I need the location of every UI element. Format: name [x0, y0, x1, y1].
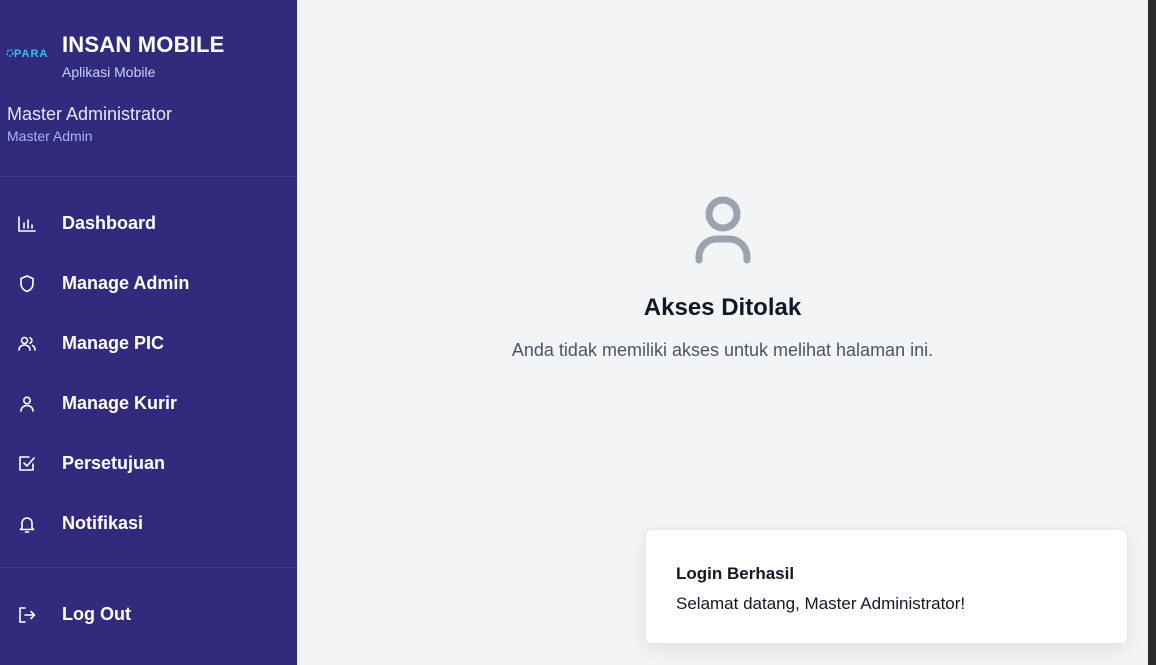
page-title: Akses Ditolak — [643, 294, 802, 321]
sidebar-item-label: Manage Admin — [62, 273, 190, 293]
bar-chart-icon — [18, 216, 36, 232]
bell-icon — [19, 517, 35, 533]
brand-header: PARA INSAN MOBILE Aplikasi Mobile — [0, 30, 297, 86]
sidebar-item-label: Manage PIC — [62, 333, 165, 353]
access-denied-message: Anda tidak memiliki akses untuk melihat … — [511, 340, 934, 360]
user-name: Master Administrator — [7, 104, 173, 124]
sidebar: PARA INSAN MOBILE Aplikasi Mobile Master… — [0, 0, 297, 665]
sidebar-item-label: Manage Kurir — [62, 393, 178, 413]
shield-icon — [20, 275, 34, 293]
checkbox-icon — [19, 456, 35, 471]
sidebar-item-label: Dashboard — [62, 213, 157, 233]
logout-icon — [19, 607, 36, 623]
sidebar-item-manage-pic[interactable]: Manage PIC — [0, 320, 297, 368]
sidebar-item-manage-admin[interactable]: Manage Admin — [0, 260, 297, 308]
user-icon — [20, 396, 34, 412]
user-role: Master Admin — [7, 128, 93, 144]
toast-notification[interactable]: Login Berhasil Selamat datang, Master Ad… — [645, 529, 1128, 644]
users-icon — [18, 336, 36, 351]
sidebar-item-notifikasi[interactable]: Notifikasi — [0, 500, 297, 548]
sidebar-item-persetujuan[interactable]: Persetujuan — [0, 440, 297, 488]
sidebar-item-label: Notifikasi — [62, 513, 144, 533]
para-logo: PARA — [6, 48, 48, 60]
sidebar-item-dashboard[interactable]: Dashboard — [0, 200, 297, 248]
toast-message: Selamat datang, Master Administrator! — [676, 594, 966, 613]
window-edge — [1148, 0, 1156, 665]
toast-title: Login Berhasil — [676, 564, 795, 583]
svg-text:PARA: PARA — [14, 48, 48, 60]
sidebar-item-manage-kurir[interactable]: Manage Kurir — [0, 380, 297, 428]
sidebar-divider — [0, 176, 297, 177]
sidebar-divider — [0, 567, 297, 568]
user-icon — [695, 196, 751, 264]
sidebar-item-label: Persetujuan — [62, 453, 166, 473]
app-subtitle: Aplikasi Mobile — [62, 64, 156, 80]
app-title: INSAN MOBILE — [62, 32, 225, 57]
logout-label: Log Out — [62, 604, 131, 624]
logout-button[interactable]: Log Out — [0, 591, 297, 639]
